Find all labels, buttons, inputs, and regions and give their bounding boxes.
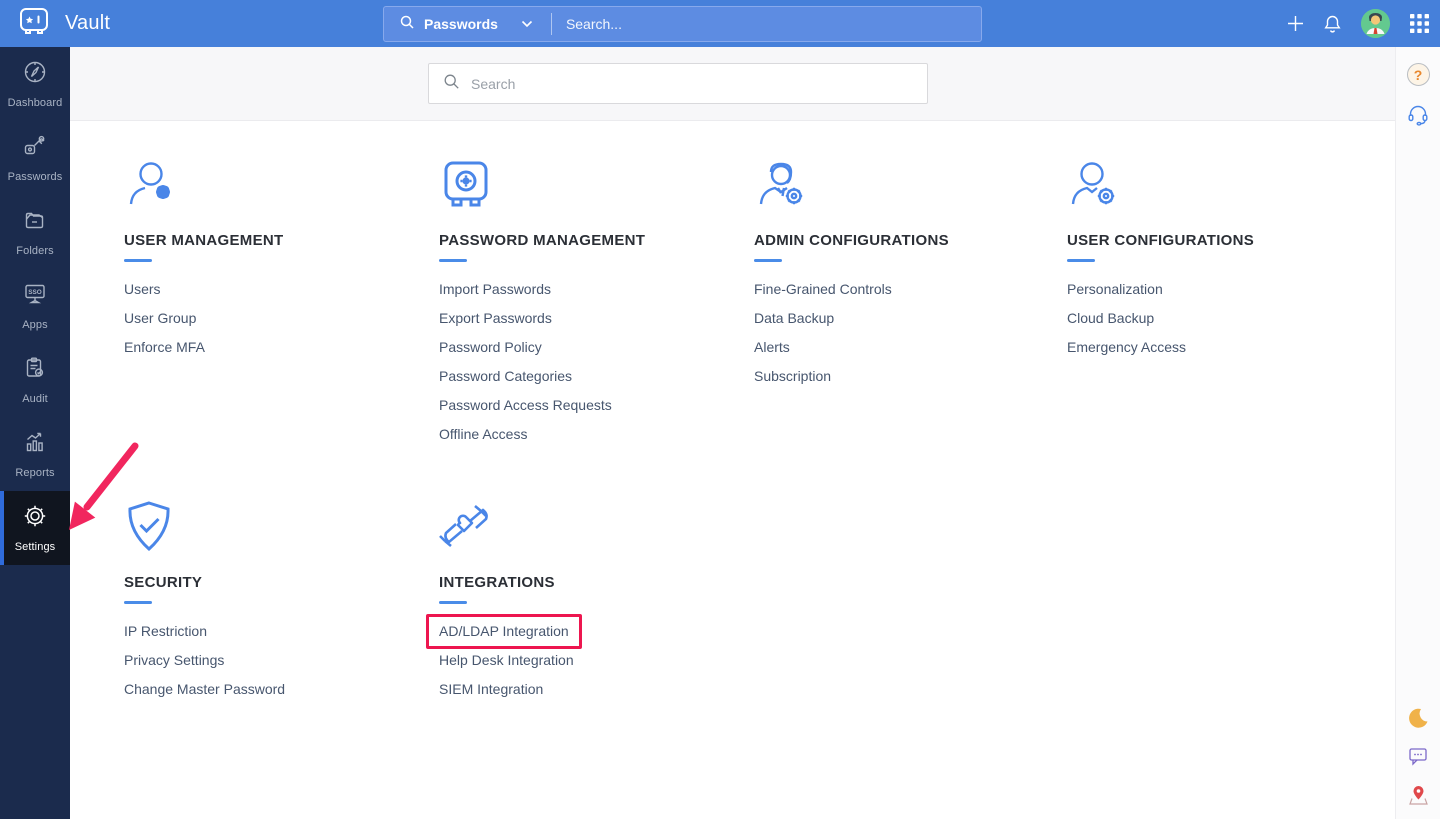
safe-icon: [439, 158, 744, 210]
apps-sso-icon: SSO: [22, 281, 48, 312]
sidebar-label: Audit: [22, 393, 48, 405]
sidebar-item-folders[interactable]: Folders: [0, 195, 70, 269]
section-user-management: USER MANAGEMENT Users User Group Enforce M…: [124, 158, 429, 368]
passwords-key-icon: [22, 133, 48, 164]
section-title: ADMIN CONFIGURATIONS: [754, 232, 1059, 249]
top-bar: Vault Passwords: [0, 0, 1440, 47]
night-mode-moon-icon[interactable]: [1407, 707, 1429, 729]
help-icon[interactable]: ?: [1407, 63, 1430, 86]
title-underline: [1067, 259, 1095, 262]
settings-link-data-backup[interactable]: Data Backup: [754, 310, 834, 327]
sidebar-item-audit[interactable]: Audit: [0, 343, 70, 417]
section-password-management: PASSWORD MANAGEMENT Import Passwords Expo…: [439, 158, 744, 455]
settings-search-input[interactable]: [471, 76, 913, 92]
settings-link-export-passwords[interactable]: Export Passwords: [439, 310, 552, 327]
notifications-bell-icon[interactable]: [1323, 14, 1342, 34]
title-underline: [124, 259, 152, 262]
section-admin-configurations: ADMIN CONFIGURATIONS Fine-Grained Contro…: [754, 158, 1059, 397]
settings-link-password-categories[interactable]: Password Categories: [439, 368, 572, 385]
search-scope-label: Passwords: [424, 16, 498, 32]
sidebar-item-dashboard[interactable]: Dashboard: [0, 47, 70, 121]
settings-gear-icon: [22, 503, 48, 534]
section-integrations: INTEGRATIONS AD/LDAP IntegrationHelp Des…: [439, 500, 744, 710]
reports-chart-icon: [22, 429, 48, 460]
section-title: SECURITY: [124, 574, 429, 591]
title-underline: [754, 259, 782, 262]
settings-link-offline-access[interactable]: Offline Access: [439, 426, 527, 443]
settings-sections: USER MANAGEMENT Users User Group Enforce M…: [70, 121, 1395, 818]
shield-check-icon: [124, 500, 429, 552]
settings-link-help-desk-integration[interactable]: Help Desk Integration: [439, 652, 574, 669]
settings-link-import-passwords[interactable]: Import Passwords: [439, 281, 551, 298]
app-title: Vault: [65, 12, 110, 35]
settings-link-siem-integration[interactable]: SIEM Integration: [439, 681, 543, 698]
settings-link-enforce-mfa[interactable]: Enforce MFA: [124, 339, 205, 356]
settings-page: USER MANAGEMENT Users User Group Enforce M…: [70, 47, 1395, 819]
sidebar-item-settings[interactable]: Settings: [0, 491, 70, 565]
settings-link-password-access-requests[interactable]: Password Access Requests: [439, 397, 612, 414]
sidebar-item-reports[interactable]: Reports: [0, 417, 70, 491]
search-icon: [443, 73, 460, 95]
whats-new-map-pin-icon[interactable]: [1407, 783, 1430, 806]
sidebar-item-apps[interactable]: SSO Apps: [0, 269, 70, 343]
section-title: PASSWORD MANAGEMENT: [439, 232, 744, 249]
global-search-bar: Passwords: [383, 6, 982, 42]
svg-text:SSO: SSO: [28, 289, 42, 296]
settings-link-ip-restriction[interactable]: IP Restriction: [124, 623, 207, 640]
dashboard-compass-icon: [22, 59, 48, 90]
sidebar-item-passwords[interactable]: Passwords: [0, 121, 70, 195]
add-icon[interactable]: [1287, 15, 1304, 32]
settings-link-privacy-settings[interactable]: Privacy Settings: [124, 652, 224, 669]
settings-link-personalization[interactable]: Personalization: [1067, 281, 1163, 298]
sidebar-label: Folders: [16, 245, 53, 257]
title-underline: [439, 601, 467, 604]
vault-logo-icon: [17, 5, 51, 42]
support-headset-icon[interactable]: [1406, 103, 1430, 127]
settings-search-box: [428, 63, 928, 104]
content-search-strip: [70, 47, 1395, 121]
section-title: INTEGRATIONS: [439, 574, 744, 591]
title-underline: [439, 259, 467, 262]
folders-icon: [22, 207, 48, 238]
section-title: USER MANAGEMENT: [124, 232, 429, 249]
sidebar-label: Dashboard: [8, 97, 63, 109]
right-utility-rail: ?: [1395, 47, 1440, 819]
settings-link-password-policy[interactable]: Password Policy: [439, 339, 542, 356]
global-search-input[interactable]: [552, 16, 981, 32]
chevron-down-icon: [521, 15, 533, 33]
settings-link-emergency-access[interactable]: Emergency Access: [1067, 339, 1186, 356]
feedback-chat-icon[interactable]: [1407, 745, 1429, 767]
user-config-gear-icon: [1067, 158, 1372, 210]
settings-link-fine-grained-controls[interactable]: Fine-Grained Controls: [754, 281, 892, 298]
settings-link-subscription[interactable]: Subscription: [754, 368, 831, 385]
search-scope-selector[interactable]: Passwords: [384, 14, 547, 35]
settings-link-cloud-backup[interactable]: Cloud Backup: [1067, 310, 1154, 327]
sidebar-label: Apps: [22, 319, 47, 331]
sidebar-label: Settings: [15, 541, 56, 553]
top-bar-actions: [1287, 0, 1430, 47]
admin-gear-icon: [754, 158, 1059, 210]
search-icon: [399, 14, 415, 35]
brand: Vault: [0, 5, 110, 42]
settings-link-users[interactable]: Users: [124, 281, 161, 298]
sidebar-label: Reports: [15, 467, 54, 479]
user-avatar[interactable]: [1361, 9, 1390, 38]
settings-link-ad-ldap-integration[interactable]: AD/LDAP Integration: [426, 614, 582, 649]
apps-grid-icon[interactable]: [1409, 13, 1430, 34]
sidebar-label: Passwords: [8, 171, 63, 183]
left-sidebar: Dashboard Passwords Folders SSO: [0, 47, 70, 819]
settings-link-user-group[interactable]: User Group: [124, 310, 196, 327]
section-security: SECURITY IP Restriction Privacy Settings C…: [124, 500, 429, 710]
title-underline: [124, 601, 152, 604]
settings-link-change-master-password[interactable]: Change Master Password: [124, 681, 285, 698]
integration-plug-icon: [439, 500, 744, 552]
user-gear-icon: [124, 158, 429, 210]
settings-link-alerts[interactable]: Alerts: [754, 339, 790, 356]
audit-clipboard-icon: [22, 355, 48, 386]
section-title: USER CONFIGURATIONS: [1067, 232, 1372, 249]
section-user-configurations: USER CONFIGURATIONS Personalization Cloud…: [1067, 158, 1372, 368]
